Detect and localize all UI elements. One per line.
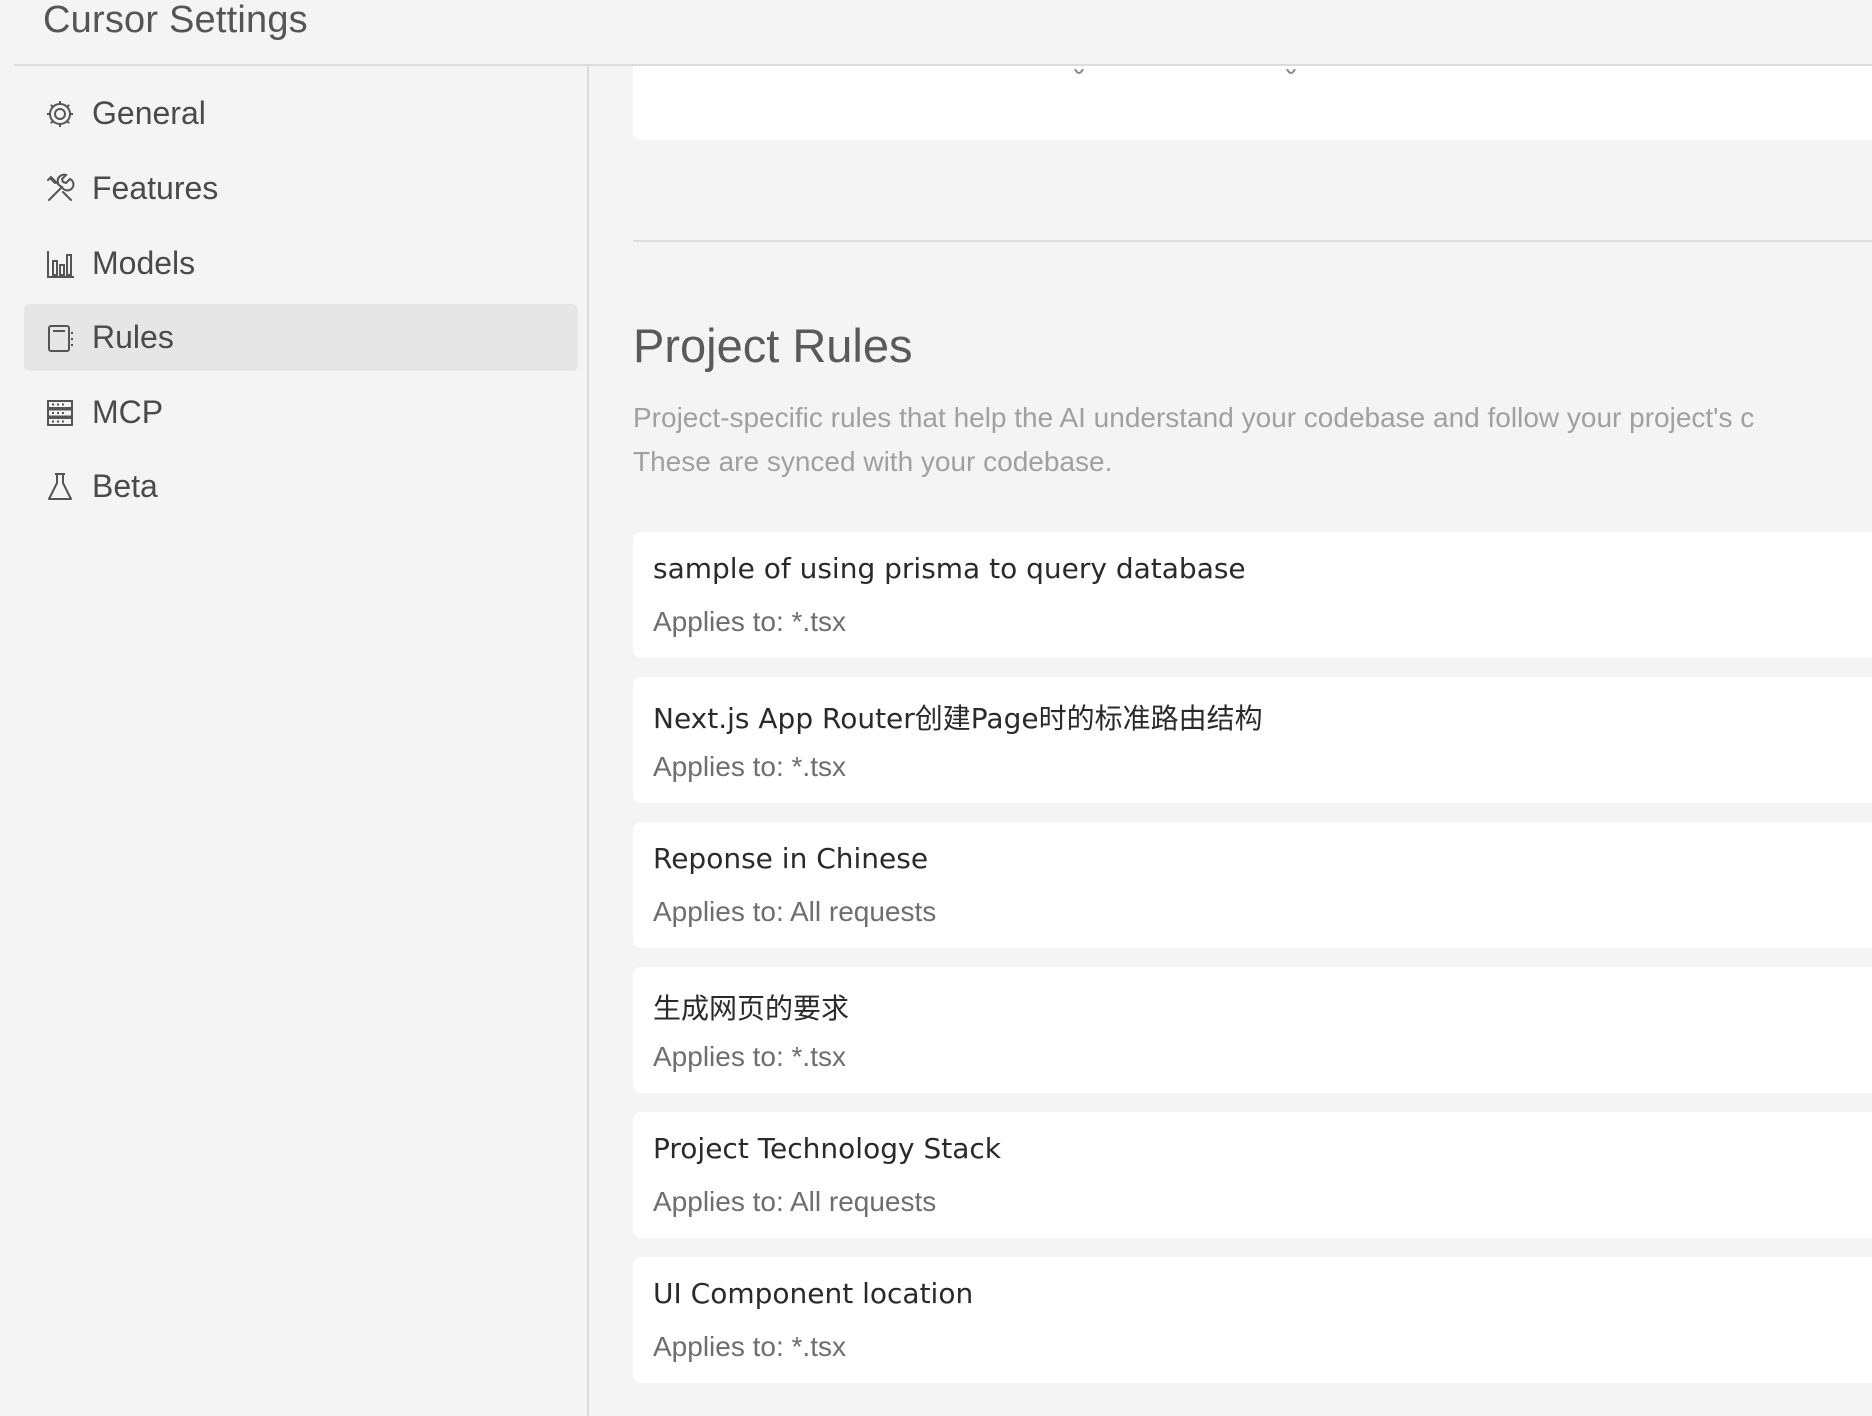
description-line: Project-specific rules that help the AI … xyxy=(633,402,1755,433)
settings-window: Cursor Settings General Features Models … xyxy=(0,0,1872,1416)
rule-applies-to: Applies to: *.tsx xyxy=(653,606,846,637)
sidebar-item-mcp[interactable]: MCP xyxy=(24,379,578,446)
sidebar-item-models[interactable]: Models xyxy=(24,230,578,297)
previous-section-card xyxy=(633,66,1872,140)
project-rules-title: Project Rules xyxy=(633,319,913,372)
project-rules-description: Project-specific rules that help the AI … xyxy=(633,396,1754,484)
flask-icon xyxy=(44,471,76,503)
rule-card[interactable]: UI Component location Applies to: *.tsx xyxy=(633,1257,1872,1383)
rules-list: sample of using prisma to query database… xyxy=(633,532,1872,1402)
sidebar-item-label: General xyxy=(92,95,206,131)
rule-card[interactable]: Reponse in Chinese Applies to: All reque… xyxy=(633,822,1872,948)
sidebar-item-label: Features xyxy=(92,170,219,206)
rule-applies-to: Applies to: All requests xyxy=(653,896,937,927)
sidebar: General Features Models Rules MCP Beta xyxy=(14,66,589,1416)
sidebar-item-features[interactable]: Features xyxy=(24,155,578,222)
sidebar-item-label: Models xyxy=(92,245,196,281)
section-divider xyxy=(633,240,1872,242)
rule-applies-to: Applies to: *.tsx xyxy=(653,1331,846,1362)
rule-name: sample of using prisma to query database xyxy=(653,552,1246,585)
server-stack-icon xyxy=(44,397,76,429)
rules-book-icon xyxy=(44,322,76,354)
page-title: Cursor Settings xyxy=(43,0,308,41)
rule-card[interactable]: Next.js App Router创建Page时的标准路由结构 Applies… xyxy=(633,677,1872,803)
settings-header: Cursor Settings xyxy=(14,0,1872,66)
bar-chart-icon xyxy=(44,248,76,280)
rule-name: UI Component location xyxy=(653,1277,974,1310)
rule-applies-to: Applies to: *.tsx xyxy=(653,751,846,782)
sidebar-item-label: MCP xyxy=(92,394,164,430)
sidebar-item-beta[interactable]: Beta xyxy=(24,453,578,520)
rule-name: Reponse in Chinese xyxy=(653,842,929,875)
rule-card[interactable]: 生成网页的要求 Applies to: *.tsx xyxy=(633,967,1872,1093)
rule-applies-to: Applies to: All requests xyxy=(653,1186,937,1217)
rule-name: 生成网页的要求 xyxy=(653,992,850,1025)
rule-name: Project Technology Stack xyxy=(653,1132,1001,1165)
rule-card[interactable]: Project Technology Stack Applies to: All… xyxy=(633,1112,1872,1238)
rule-card[interactable]: sample of using prisma to query database… xyxy=(633,532,1872,658)
sidebar-item-label: Rules xyxy=(92,319,174,355)
clipped-text-fragment xyxy=(1073,66,1303,76)
gear-icon xyxy=(44,98,76,130)
rule-applies-to: Applies to: *.tsx xyxy=(653,1041,846,1072)
sidebar-item-general[interactable]: General xyxy=(24,80,578,147)
description-line: These are synced with your codebase. xyxy=(633,446,1113,477)
main-content[interactable]: Project Rules Project-specific rules tha… xyxy=(591,66,1872,1416)
sidebar-item-label: Beta xyxy=(92,468,158,504)
sidebar-item-rules[interactable]: Rules xyxy=(24,304,578,371)
tools-icon xyxy=(44,173,76,205)
rule-name: Next.js App Router创建Page时的标准路由结构 xyxy=(653,702,1263,735)
